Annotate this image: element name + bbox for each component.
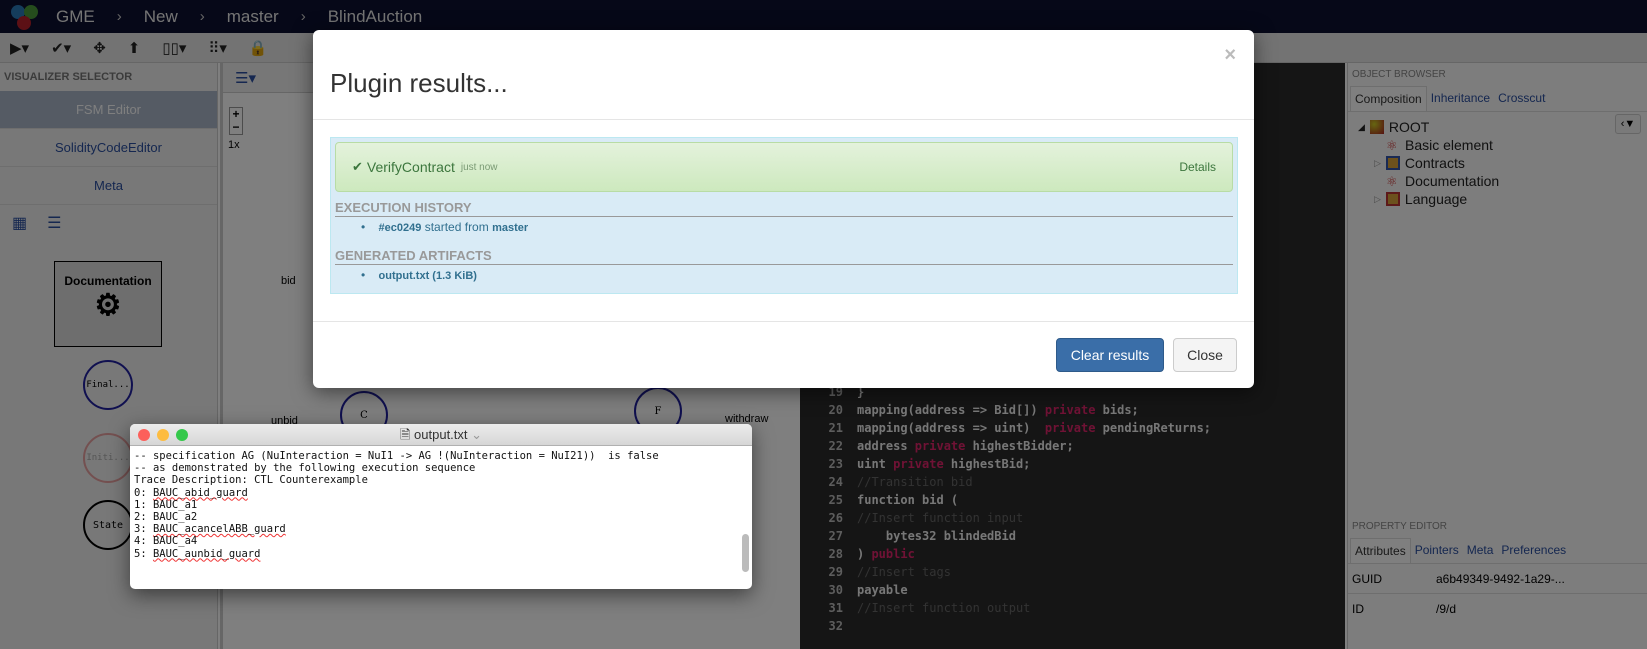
trace-step: 1: BAUC_a1 (134, 498, 198, 511)
results-panel: ✔ VerifyContract just now Details EXECUT… (330, 137, 1238, 294)
output-line: Trace Description: CTL Counterexample (134, 474, 368, 487)
window-zoom-button[interactable] (176, 429, 188, 441)
history-item: • #ec0249 started from master (361, 220, 529, 234)
dialog-title: Plugin results... (330, 68, 508, 98)
output-line: -- specification AG (NuInteraction = NuI… (134, 450, 659, 462)
artifact-link[interactable]: output.txt (1.3 KiB) (379, 270, 477, 282)
trace-step: 0: BAUC_abid_guard (134, 486, 248, 499)
plugin-time: just now (460, 161, 498, 173)
checkmark-icon: ✔ (352, 159, 363, 174)
close-icon[interactable]: × (1224, 44, 1236, 67)
plugin-name: VerifyContract (366, 159, 455, 175)
details-link[interactable]: Details (1179, 160, 1216, 174)
output-text[interactable]: -- specification AG (NuInteraction = NuI… (130, 446, 752, 564)
plugin-result: ✔ VerifyContract just now Details (335, 142, 1233, 192)
generated-artifacts-heading: GENERATED ARTIFACTS (335, 248, 1233, 265)
output-text-window: 🗎 output.txt ⌄ -- specification AG (NuIn… (130, 424, 752, 589)
trace-step: 5: BAUC_aunbid_guard (134, 547, 261, 560)
window-title: output.txt (414, 427, 468, 442)
clear-results-button[interactable]: Clear results (1056, 338, 1164, 372)
window-close-button[interactable] (138, 429, 150, 441)
commit-link[interactable]: #ec0249 (379, 222, 422, 234)
trace-step: 3: BAUC_acancelABB_guard (134, 523, 286, 536)
window-titlebar[interactable]: 🗎 output.txt ⌄ (130, 424, 752, 446)
window-minimize-button[interactable] (157, 429, 169, 441)
trace-step: 4: BAUC_a4 (134, 535, 198, 548)
output-line: -- as demonstrated by the following exec… (134, 462, 476, 475)
artifact-item: • output.txt (1.3 KiB) (361, 268, 477, 282)
trace-step: 2: BAUC_a2 (134, 511, 198, 524)
plugin-results-dialog: Plugin results... × ✔ VerifyContract jus… (313, 30, 1254, 388)
execution-history-heading: EXECUTION HISTORY (335, 200, 1233, 217)
scrollbar[interactable] (742, 534, 749, 572)
document-icon: 🗎 (399, 427, 411, 442)
close-button[interactable]: Close (1173, 338, 1237, 372)
branch-link[interactable]: master (492, 222, 528, 234)
